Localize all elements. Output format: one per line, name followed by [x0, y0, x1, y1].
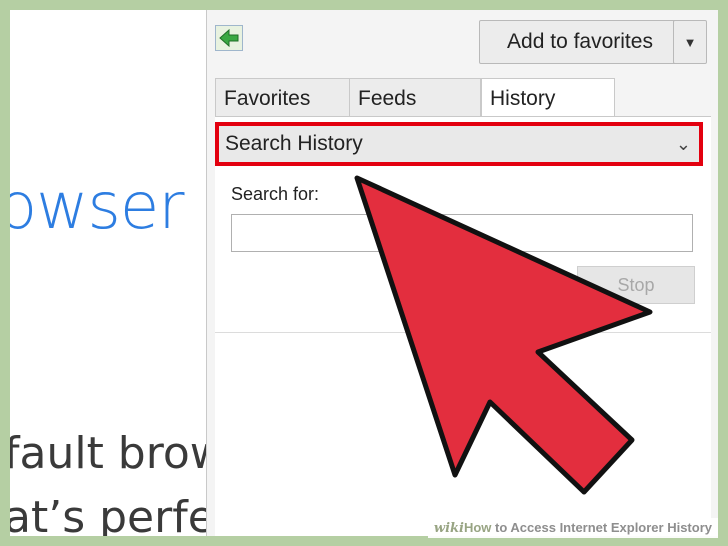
green-back-arrow-icon — [219, 28, 239, 48]
background-webpage: owser fault brows at’s perfec — [10, 10, 206, 536]
tab-feeds[interactable]: Feeds — [349, 78, 481, 116]
back-button[interactable] — [215, 25, 243, 51]
add-to-favorites-button[interactable]: Add to favorites — [479, 20, 681, 64]
history-view-dropdown[interactable]: Search History ⌄ — [215, 122, 703, 166]
chevron-down-icon: ⌄ — [675, 134, 691, 154]
watermark-how: How — [463, 520, 492, 535]
tab-history[interactable]: History — [481, 78, 615, 118]
page-text-line-2: at’s perfec — [10, 492, 206, 536]
divider — [215, 332, 711, 333]
search-for-label: Search for: — [231, 184, 320, 204]
tab-label: History — [490, 87, 556, 110]
screenshot-frame: owser fault brows at’s perfec Add to fav… — [10, 10, 718, 536]
history-view-value: Search History — [225, 132, 363, 155]
tab-label: Feeds — [358, 87, 417, 110]
favorites-center-pane: Add to favorites ▼ Favorites Feeds Histo… — [206, 10, 718, 536]
add-to-favorites-label: Add to favorites — [507, 30, 653, 53]
add-to-favorites-dropdown-button[interactable]: ▼ — [673, 20, 707, 64]
search-history-input[interactable] — [231, 214, 693, 252]
stop-button[interactable]: Stop — [577, 266, 695, 304]
caret-down-icon: ▼ — [683, 34, 697, 50]
wikihow-watermark: wikiHow to Access Internet Explorer Hist… — [427, 518, 718, 538]
history-panel — [215, 116, 711, 536]
page-heading-fragment: owser — [10, 170, 185, 244]
tab-favorites[interactable]: Favorites — [215, 78, 350, 116]
stop-button-label: Stop — [617, 274, 655, 295]
tab-label: Favorites — [224, 87, 311, 110]
watermark-wiki: wiki — [433, 521, 464, 536]
watermark-title: to Access Internet Explorer History — [491, 520, 712, 535]
page-text-line-1: fault brows — [10, 428, 206, 479]
